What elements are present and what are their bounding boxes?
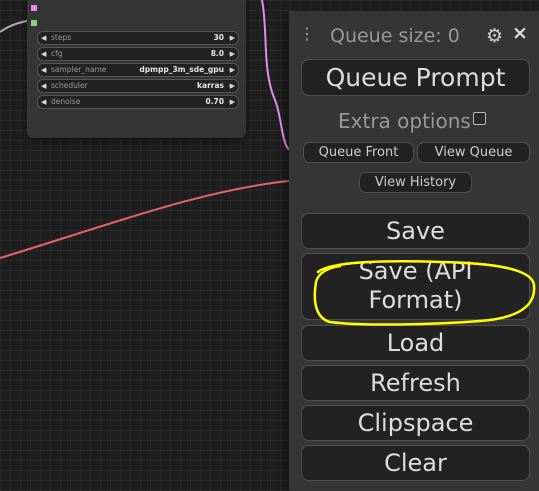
widget-sampler-name[interactable]: ◀ sampler_name dpmpp_3m_sde_gpu ▶ xyxy=(37,63,239,77)
widget-scheduler[interactable]: ◀ scheduler karras ▶ xyxy=(37,79,239,93)
decrement-arrow-icon[interactable]: ◀ xyxy=(41,48,46,60)
decrement-arrow-icon[interactable]: ◀ xyxy=(41,32,46,44)
widget-label: denoise xyxy=(51,97,81,106)
input-slot-pink[interactable] xyxy=(31,5,37,11)
widget-value: 0.70 xyxy=(205,97,224,106)
decrement-arrow-icon[interactable]: ◀ xyxy=(41,96,46,108)
save-button[interactable]: Save xyxy=(301,213,530,249)
clear-button[interactable]: Clear xyxy=(301,445,530,481)
widget-label: cfg xyxy=(51,49,63,58)
widget-value: karras xyxy=(197,81,224,90)
widget-cfg[interactable]: ◀ cfg 8.0 ▶ xyxy=(37,47,239,61)
widget-value: dpmpp_3m_sde_gpu xyxy=(139,65,224,74)
load-button[interactable]: Load xyxy=(301,325,530,361)
save-api-format-button[interactable]: Save (API Format) xyxy=(301,253,530,320)
increment-arrow-icon[interactable]: ▶ xyxy=(230,48,235,60)
queue-size-label: Queue size: 0 xyxy=(330,25,460,47)
increment-arrow-icon[interactable]: ▶ xyxy=(230,80,235,92)
widget-label: sampler_name xyxy=(51,65,107,74)
increment-arrow-icon[interactable]: ▶ xyxy=(230,96,235,108)
save-api-label-line2: Format) xyxy=(368,286,463,314)
drag-handle-icon[interactable]: ⋮ xyxy=(299,24,315,44)
red-wire xyxy=(0,180,290,259)
save-api-label-line1: Save (API xyxy=(358,257,473,285)
close-icon[interactable]: × xyxy=(512,22,528,44)
refresh-button[interactable]: Refresh xyxy=(301,365,530,401)
increment-arrow-icon[interactable]: ▶ xyxy=(230,64,235,76)
view-queue-button[interactable]: View Queue xyxy=(417,142,530,163)
increment-arrow-icon[interactable]: ▶ xyxy=(230,32,235,44)
widget-label: steps xyxy=(51,33,72,42)
widget-denoise[interactable]: ◀ denoise 0.70 ▶ xyxy=(37,95,239,109)
decrement-arrow-icon[interactable]: ◀ xyxy=(41,64,46,76)
clipspace-button[interactable]: Clipspace xyxy=(301,405,530,441)
queue-prompt-button[interactable]: Queue Prompt xyxy=(301,59,530,96)
pink-wire xyxy=(261,0,290,151)
widget-steps[interactable]: ◀ steps 30 ▶ xyxy=(37,31,239,45)
gear-icon[interactable]: ⚙ xyxy=(486,25,503,47)
widget-value: 8.0 xyxy=(210,49,224,58)
widget-label: scheduler xyxy=(51,81,88,90)
view-history-button[interactable]: View History xyxy=(359,172,472,193)
queue-front-button[interactable]: Queue Front xyxy=(303,142,414,163)
widget-value: 30 xyxy=(213,33,224,42)
decrement-arrow-icon[interactable]: ◀ xyxy=(41,80,46,92)
extra-options-label: Extra options xyxy=(338,109,471,133)
extra-options-checkbox[interactable] xyxy=(473,112,486,125)
input-slot-green[interactable] xyxy=(31,20,37,26)
comfy-menu-panel: ⋮ Queue size: 0 ⚙ × Queue Prompt Extra o… xyxy=(289,11,539,491)
ksampler-node[interactable]: ◀ steps 30 ▶ ◀ cfg 8.0 ▶ ◀ sampler_name … xyxy=(27,0,246,138)
